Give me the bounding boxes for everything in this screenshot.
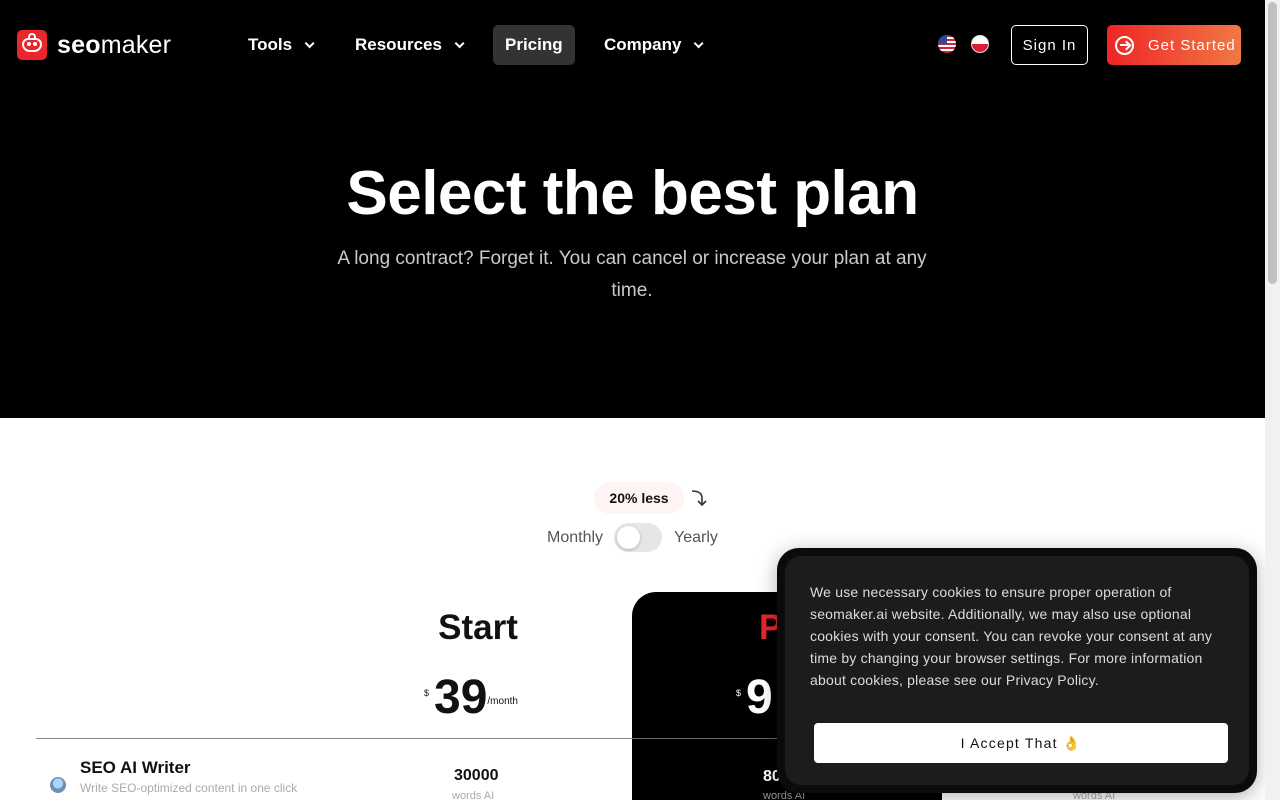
- feature-description: Write SEO-optimized content in one click: [80, 781, 298, 795]
- cookie-consent-popup: We use necessary cookies to ensure prope…: [777, 548, 1257, 793]
- nav-tools[interactable]: Tools: [236, 25, 323, 65]
- pl-flag-icon[interactable]: [971, 35, 989, 53]
- arrow-right-circle-icon: [1115, 35, 1134, 55]
- nav-tools-label: Tools: [248, 35, 293, 54]
- top-nav: seomaker Tools Resources Pricing Company…: [0, 0, 1265, 90]
- nav-pricing[interactable]: Pricing: [493, 25, 575, 65]
- get-started-label: Get Started: [1148, 36, 1236, 54]
- pricing-page: seomaker Tools Resources Pricing Company…: [0, 0, 1280, 800]
- chevron-down-icon: [454, 37, 465, 48]
- billing-period-toggle[interactable]: [614, 523, 662, 552]
- hero-section: seomaker Tools Resources Pricing Company…: [0, 0, 1265, 418]
- chevron-down-icon: [694, 37, 705, 48]
- curved-arrow-icon: [691, 490, 707, 507]
- cookie-message: We use necessary cookies to ensure prope…: [810, 581, 1230, 691]
- currency-symbol: $: [736, 688, 742, 698]
- robot-icon: [50, 777, 66, 793]
- nav-pricing-label: Pricing: [505, 35, 563, 54]
- price-period: /month: [487, 696, 518, 707]
- nav-resources[interactable]: Resources: [343, 25, 473, 65]
- price-amount: 39: [434, 671, 488, 724]
- cookie-panel: We use necessary cookies to ensure prope…: [785, 556, 1249, 785]
- start-feature-value: 30000: [454, 767, 499, 784]
- yearly-label: Yearly: [674, 529, 718, 546]
- feature-title: SEO AI Writer: [80, 758, 191, 777]
- sign-in-button[interactable]: Sign In: [1011, 25, 1088, 65]
- brand-logo[interactable]: seomaker: [17, 30, 171, 60]
- nav-company[interactable]: Company: [592, 25, 712, 65]
- plan-start-name: Start: [438, 608, 518, 647]
- toggle-knob: [617, 526, 640, 549]
- page-title: Select the best plan: [346, 159, 919, 228]
- page-subtitle: A long contract? Forget it. You can canc…: [337, 248, 927, 301]
- nav-company-label: Company: [604, 35, 682, 54]
- get-started-button[interactable]: Get Started: [1107, 25, 1241, 65]
- divider: [36, 738, 636, 739]
- logo-icon: [17, 30, 47, 60]
- brand-name: seomaker: [57, 30, 172, 59]
- start-feature-unit: words AI: [452, 790, 495, 800]
- currency-symbol: $: [424, 688, 430, 698]
- scrollbar-thumb[interactable]: [1268, 2, 1277, 284]
- scrollbar[interactable]: [1265, 0, 1280, 800]
- accept-cookies-button[interactable]: I Accept That 👌: [814, 723, 1228, 763]
- us-flag-icon[interactable]: [938, 35, 956, 53]
- plan-start-price: $ 39 /month: [424, 672, 518, 724]
- privacy-policy-link[interactable]: Privacy Policy: [1006, 672, 1095, 688]
- cookie-text-end: .: [1094, 672, 1099, 688]
- monthly-label: Monthly: [547, 529, 604, 546]
- price-amount: 9: [746, 671, 773, 724]
- nav-resources-label: Resources: [355, 35, 442, 54]
- chevron-down-icon: [304, 37, 315, 48]
- plan-pro-price: $ 9: [736, 672, 773, 724]
- discount-badge: 20% less: [594, 482, 684, 514]
